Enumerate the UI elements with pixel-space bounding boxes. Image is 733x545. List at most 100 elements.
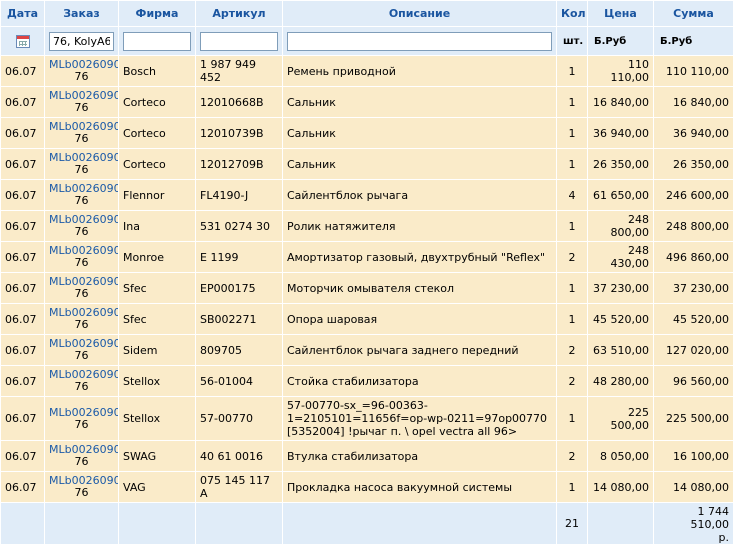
row-price: 63 510,00 [588, 335, 654, 366]
totals-empty-cell [119, 503, 196, 545]
column-header-order[interactable]: Заказ [45, 1, 119, 27]
order-suffix: 76 [49, 350, 114, 362]
row-article: 56-01004 [196, 366, 283, 397]
row-description: Ремень приводной [283, 56, 557, 87]
article-filter-input[interactable] [200, 32, 278, 51]
row-article: 12010668B [196, 87, 283, 118]
table-row[interactable]: 06.07 MLb002609076 Corteco 12010739B Сал… [1, 118, 733, 149]
row-date: 06.07 [1, 335, 45, 366]
row-qty: 2 [557, 242, 588, 273]
row-date: 06.07 [1, 472, 45, 503]
row-price: 45 520,00 [588, 304, 654, 335]
row-sum: 26 350,00 [654, 149, 733, 180]
row-price: 48 280,00 [588, 366, 654, 397]
row-qty: 4 [557, 180, 588, 211]
firm-filter-input[interactable] [123, 32, 191, 51]
row-order: MLb002609076 [45, 211, 119, 242]
row-qty: 1 [557, 273, 588, 304]
order-link[interactable]: MLb0026090 [49, 407, 114, 419]
totals-empty-cell [196, 503, 283, 545]
row-description: Сальник [283, 87, 557, 118]
header-row: Дата Заказ Фирма Артикул Описание Кол Це… [1, 1, 733, 27]
column-header-article[interactable]: Артикул [196, 1, 283, 27]
totals-empty-cell [283, 503, 557, 545]
column-header-description[interactable]: Описание [283, 1, 557, 27]
table-row[interactable]: 06.07 MLb002609076 Sfec SB002271 Опора ш… [1, 304, 733, 335]
row-order: MLb002609076 [45, 472, 119, 503]
table-row[interactable]: 06.07 MLb002609076 Corteco 12012709B Сал… [1, 149, 733, 180]
order-filter-input[interactable] [49, 32, 114, 51]
row-firm: Corteco [119, 118, 196, 149]
row-order: MLb002609076 [45, 397, 119, 441]
order-filter-cell [45, 27, 119, 56]
row-order: MLb002609076 [45, 304, 119, 335]
table-row[interactable]: 06.07 MLb002609076 Ina 531 0274 30 Ролик… [1, 211, 733, 242]
table-row[interactable]: 06.07 MLb002609076 Monroe E 1199 Амортиз… [1, 242, 733, 273]
column-header-price[interactable]: Цена [588, 1, 654, 27]
row-qty: 2 [557, 366, 588, 397]
column-header-date[interactable]: Дата [1, 1, 45, 27]
filter-row: шт. Б.Руб Б.Руб [1, 27, 733, 56]
row-sum: 225 500,00 [654, 397, 733, 441]
row-firm: Stellox [119, 366, 196, 397]
order-suffix: 76 [49, 288, 114, 300]
row-sum: 37 230,00 [654, 273, 733, 304]
table-row[interactable]: 06.07 MLb002609076 Flennor FL4190-J Сайл… [1, 180, 733, 211]
table-row[interactable]: 06.07 MLb002609076 Sidem 809705 Сайлентб… [1, 335, 733, 366]
order-suffix: 76 [49, 257, 114, 269]
row-price: 110 110,00 [588, 56, 654, 87]
column-header-firm[interactable]: Фирма [119, 1, 196, 27]
description-filter-input[interactable] [287, 32, 552, 51]
row-qty: 2 [557, 335, 588, 366]
row-firm: Corteco [119, 87, 196, 118]
row-sum: 246 600,00 [654, 180, 733, 211]
order-suffix: 76 [49, 319, 114, 331]
row-qty: 1 [557, 472, 588, 503]
row-order: MLb002609076 [45, 441, 119, 472]
date-filter-cell [1, 27, 45, 56]
table-row[interactable]: 06.07 MLb002609076 Stellox 57-00770 57-0… [1, 397, 733, 441]
row-date: 06.07 [1, 180, 45, 211]
row-description: Ролик натяжителя [283, 211, 557, 242]
order-suffix: 76 [49, 102, 114, 114]
row-firm: Bosch [119, 56, 196, 87]
row-sum: 45 520,00 [654, 304, 733, 335]
table-row[interactable]: 06.07 MLb002609076 SWAG 40 61 0016 Втулк… [1, 441, 733, 472]
row-date: 06.07 [1, 56, 45, 87]
row-description: Опора шаровая [283, 304, 557, 335]
row-date: 06.07 [1, 87, 45, 118]
row-date: 06.07 [1, 118, 45, 149]
row-price: 225 500,00 [588, 397, 654, 441]
row-order: MLb002609076 [45, 242, 119, 273]
order-suffix: 76 [49, 71, 114, 83]
table-row[interactable]: 06.07 MLb002609076 Bosch 1 987 949 452 Р… [1, 56, 733, 87]
total-qty: 21 [557, 503, 588, 545]
row-order: MLb002609076 [45, 118, 119, 149]
row-sum: 96 560,00 [654, 366, 733, 397]
row-article: 075 145 117 A [196, 472, 283, 503]
row-order: MLb002609076 [45, 149, 119, 180]
qty-unit: шт. [557, 27, 588, 56]
table-row[interactable]: 06.07 MLb002609076 VAG 075 145 117 A Про… [1, 472, 733, 503]
row-article: FL4190-J [196, 180, 283, 211]
total-sum-value: 1 744 510,00 [658, 505, 729, 531]
row-article: E 1199 [196, 242, 283, 273]
row-date: 06.07 [1, 441, 45, 472]
row-price: 16 840,00 [588, 87, 654, 118]
row-description: Сальник [283, 118, 557, 149]
description-filter-cell [283, 27, 557, 56]
row-article: 1 987 949 452 [196, 56, 283, 87]
row-sum: 110 110,00 [654, 56, 733, 87]
column-header-qty[interactable]: Кол [557, 1, 588, 27]
table-row[interactable]: 06.07 MLb002609076 Stellox 56-01004 Стой… [1, 366, 733, 397]
calendar-icon[interactable] [16, 35, 30, 48]
row-order: MLb002609076 [45, 335, 119, 366]
row-date: 06.07 [1, 273, 45, 304]
totals-empty-cell [1, 503, 45, 545]
row-price: 248 800,00 [588, 211, 654, 242]
row-description: 57-00770-sx_=96-00363-1=2105101=11656f=o… [283, 397, 557, 441]
table-row[interactable]: 06.07 MLb002609076 Sfec EP000175 Моторчи… [1, 273, 733, 304]
column-header-sum[interactable]: Сумма [654, 1, 733, 27]
table-row[interactable]: 06.07 MLb002609076 Corteco 12010668B Сал… [1, 87, 733, 118]
row-qty: 1 [557, 304, 588, 335]
